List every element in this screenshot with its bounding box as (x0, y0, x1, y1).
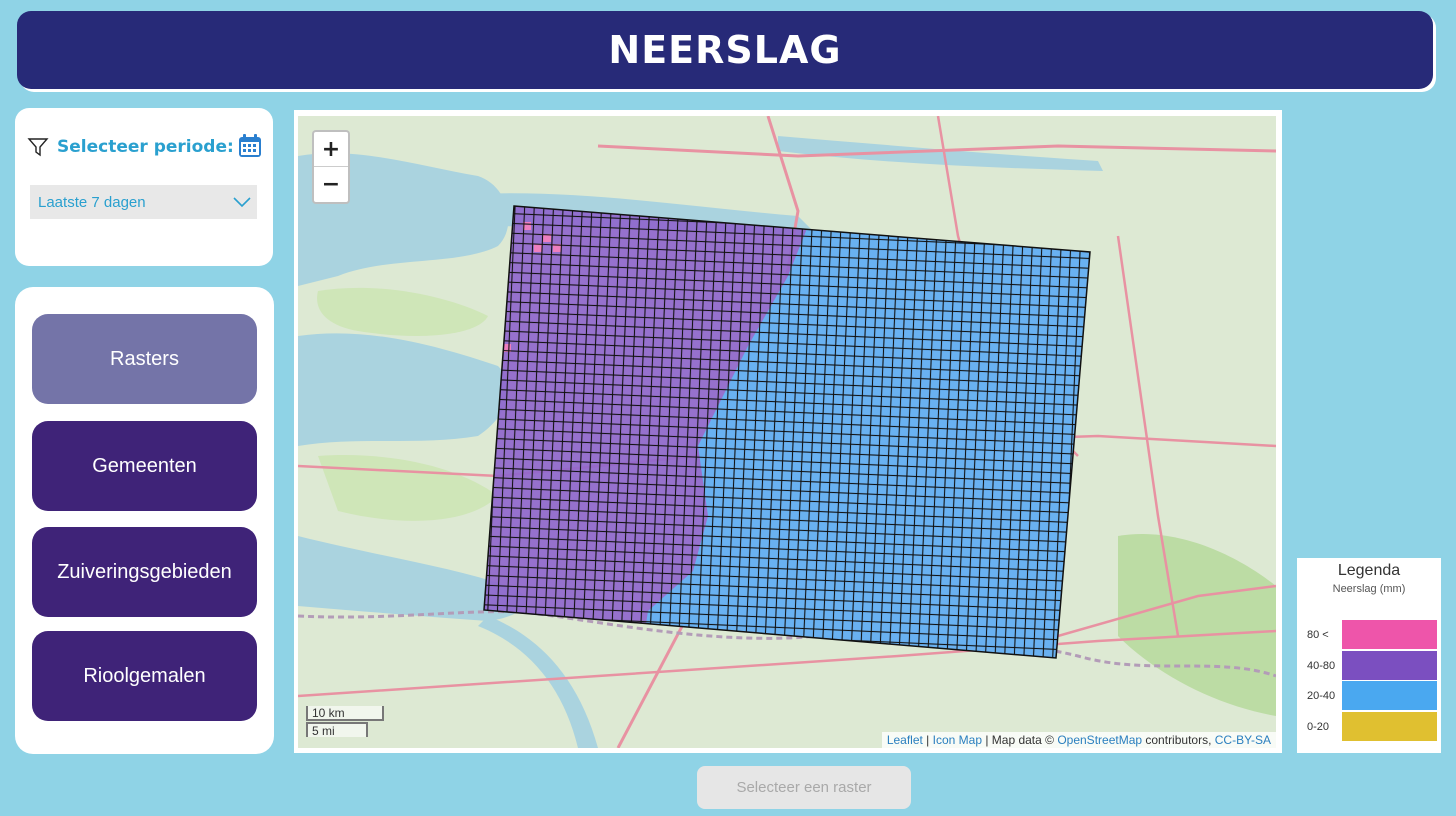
legend-title: Legenda (1337, 562, 1401, 579)
legend-swatch (1342, 681, 1437, 710)
page-title: NEERSLAG (608, 28, 842, 72)
basemap (298, 116, 1276, 748)
legend-item: 0-20 (1297, 712, 1441, 742)
chevron-down-icon (233, 197, 251, 208)
rioolgemalen-button[interactable]: Rioolgemalen (32, 631, 257, 721)
legend-subtitle: Neerslag (mm) (1332, 583, 1406, 595)
filter-header: Selecteer periode: (27, 132, 263, 162)
legend-item: 20-40 (1297, 681, 1441, 711)
forest-kempen (1118, 534, 1276, 716)
app-header: NEERSLAG (17, 11, 1433, 89)
map-attribution: Leaflet | Icon Map | Map data © OpenStre… (881, 732, 1276, 748)
license-link[interactable]: CC-BY-SA (1215, 733, 1271, 747)
scale-mi: 5 mi (306, 722, 368, 738)
land-zuid-beveland (318, 455, 498, 521)
rasters-button[interactable]: Rasters (32, 314, 257, 404)
zoom-control: + − (312, 130, 350, 204)
legend-swatch (1342, 712, 1437, 741)
calendar-icon[interactable] (237, 133, 263, 159)
map-view[interactable]: + − 10 km 5 mi Leaflet | Icon Map | Map … (298, 116, 1276, 748)
water-oosterschelde (298, 333, 509, 446)
legend-item: 40-80 (1297, 651, 1441, 681)
zuiveringsgebieden-button[interactable]: Zuiveringsgebieden (32, 527, 257, 617)
raster-grid (484, 206, 1090, 658)
funnel-icon (27, 138, 49, 157)
land-schouwen (317, 287, 488, 336)
osm-link[interactable]: OpenStreetMap (1057, 733, 1142, 747)
map-frame: + − 10 km 5 mi Leaflet | Icon Map | Map … (294, 110, 1282, 753)
scale-km: 10 km (306, 706, 384, 721)
period-select-value: Laatste 7 dagen (38, 193, 146, 211)
period-filter-panel: Selecteer periode: Laatste 7 dagen (15, 108, 273, 266)
legend-swatch (1342, 651, 1437, 680)
layer-nav-panel: Rasters Gemeenten Zuiveringsgebieden Rio… (15, 287, 274, 754)
zoom-in-button[interactable]: + (314, 132, 348, 167)
filter-label: Selecteer periode: (57, 137, 234, 157)
zoom-out-button[interactable]: − (314, 167, 348, 201)
legend-item: 80 < (1297, 620, 1441, 650)
leaflet-link[interactable]: Leaflet (887, 733, 923, 747)
legend-swatch (1342, 620, 1437, 649)
legend-panel: Legenda Neerslag (mm) 80 < 40-80 20-40 0… (1297, 558, 1441, 753)
scale-bar: 10 km 5 mi (306, 706, 384, 738)
select-raster-button[interactable]: Selecteer een raster (697, 766, 911, 809)
gemeenten-button[interactable]: Gemeenten (32, 421, 257, 511)
period-select[interactable]: Laatste 7 dagen (30, 185, 257, 219)
iconmap-link[interactable]: Icon Map (933, 733, 982, 747)
